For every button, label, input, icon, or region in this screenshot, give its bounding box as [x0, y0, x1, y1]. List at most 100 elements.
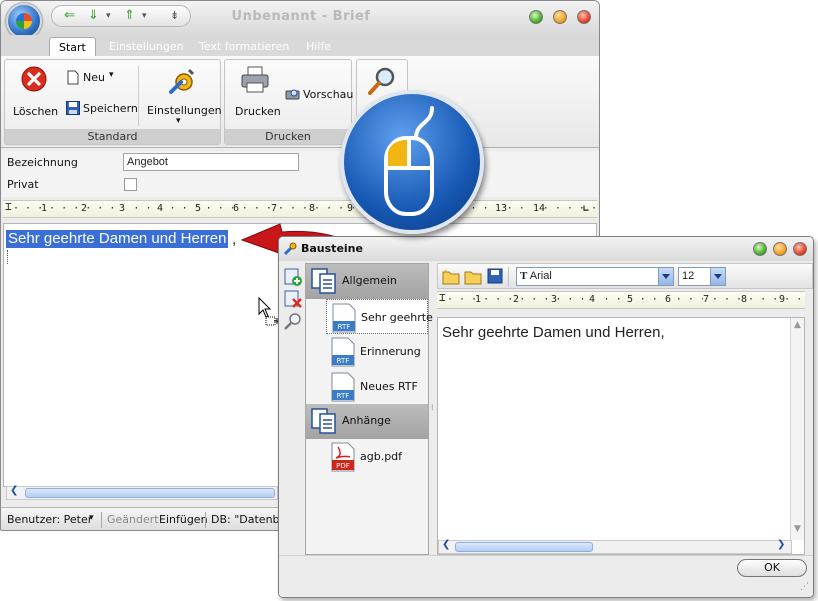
group-header-anhaenge[interactable]: Anhänge [306, 404, 428, 439]
print-button[interactable]: Drucken [231, 64, 281, 120]
list-item-erinnerung[interactable]: RTF Erinnerung [326, 334, 428, 369]
ruler-dots: · · · · · · · · · · · · · · · · · · · · … [13, 203, 597, 214]
selected-text[interactable]: Sehr geehrte Damen und Herren [6, 230, 229, 248]
up-arrow-icon[interactable]: ⇑ [124, 7, 135, 25]
divider [138, 66, 139, 126]
ruler-number: 1 [41, 203, 48, 214]
delete-block-icon[interactable] [283, 289, 303, 309]
ruler-number: 13 [495, 203, 508, 214]
ruler-number: 7 [703, 294, 710, 305]
designation-field[interactable]: Angebot [123, 153, 299, 171]
resize-grip-icon[interactable]: ⋰ [800, 582, 809, 592]
chevron-down-icon[interactable] [658, 268, 673, 285]
private-checkbox[interactable] [124, 178, 137, 191]
add-block-icon[interactable] [283, 267, 303, 287]
customize-qat-icon[interactable]: ⇟ [170, 7, 179, 25]
ruler-number: 6 [233, 203, 240, 214]
item-label: Sehr geehrte [361, 311, 433, 324]
splitter-handle[interactable]: ⁞ [431, 403, 435, 412]
doc-hscrollbar[interactable]: ❮ ❯ [438, 539, 792, 554]
group-header-allgemein[interactable]: Allgemein [306, 264, 428, 299]
status-db: DB: "Datenba [211, 513, 287, 526]
dialog-close-button[interactable] [793, 242, 807, 256]
scroll-left-icon[interactable]: ❮ [442, 539, 450, 550]
rtf-file-icon: RTF [331, 337, 355, 367]
group-label: Allgemein [342, 274, 397, 287]
rtf-file-icon: RTF [331, 372, 355, 402]
search-icon[interactable] [283, 311, 303, 331]
printer-icon [241, 66, 269, 93]
close-button[interactable] [577, 10, 591, 24]
save-button[interactable]: Speichern [65, 100, 138, 118]
gear-icon [169, 68, 195, 94]
scroll-left-icon[interactable]: ❮ [10, 485, 18, 496]
font-select[interactable]: T Arial [516, 267, 674, 286]
settings-label: Einstellungen [147, 104, 222, 117]
mouse-icon [384, 106, 434, 216]
blocks-tree: Allgemein RTF Sehr geehrte RTF Erinnerun… [305, 263, 433, 555]
dialog-maximize-button[interactable] [773, 242, 787, 256]
new-button[interactable]: Neu ▾ [65, 70, 125, 88]
main-hscrollbar[interactable]: ❮ [6, 485, 278, 500]
font-size-select[interactable]: 12 [678, 267, 726, 286]
font-size: 12 [682, 270, 695, 282]
quick-access-toolbar: ⇐ ⇓ ▾ ⇑ ▾ ⇟ [51, 5, 191, 27]
block-document[interactable]: Sehr geehrte Damen und Herren, ▲ ▼ ❮ ❯ [437, 317, 805, 555]
delete-button[interactable]: Löschen [11, 64, 59, 120]
tab-start[interactable]: Start [49, 37, 96, 57]
designation-label: Bezeichnung [7, 156, 78, 169]
status-user[interactable]: Benutzer: Peter [7, 513, 92, 526]
ruler-number: 8 [309, 203, 316, 214]
scroll-down-icon[interactable]: ▼ [794, 524, 801, 534]
indent-marker-icon[interactable]: ⌶ [5, 201, 12, 213]
scroll-thumb[interactable] [455, 542, 593, 552]
item-label: Erinnerung [360, 345, 421, 358]
ruler-number: 6 [665, 294, 672, 305]
status-insert: Einfügen [159, 513, 208, 526]
print-preview-icon [285, 89, 300, 100]
delete-label: Löschen [13, 105, 59, 118]
new-file-icon[interactable] [442, 268, 460, 285]
list-item-sehr-geehrte[interactable]: RTF Sehr geehrte [326, 299, 433, 334]
ruler-number: 4 [157, 203, 164, 214]
scroll-right-icon[interactable]: ❯ [777, 539, 785, 550]
indent-marker-icon[interactable]: ⌶ [439, 292, 446, 304]
divider [101, 512, 102, 528]
tab-hilfe[interactable]: Hilfe [297, 37, 340, 57]
list-item-agb-pdf[interactable]: PDF agb.pdf [326, 439, 428, 474]
chevron-down-icon[interactable]: ▾ [142, 7, 147, 25]
scroll-thumb[interactable] [25, 488, 275, 498]
tab-einstellungen[interactable]: Einstellungen [100, 37, 193, 57]
tab-stop-icon[interactable]: ∟ [583, 204, 589, 215]
chevron-down-icon[interactable] [710, 268, 725, 285]
ruler-number: 4 [589, 294, 596, 305]
documents-icon [311, 268, 336, 294]
minimize-button[interactable] [529, 10, 543, 24]
back-arrow-icon[interactable]: ⇐ [64, 7, 75, 25]
tab-text-formatieren[interactable]: Text formatieren [190, 37, 298, 57]
app-menu-button[interactable] [6, 3, 42, 39]
scroll-up-icon[interactable]: ▲ [794, 320, 801, 330]
preview-button[interactable]: Vorschau [283, 86, 353, 104]
ruler-number: 14 [533, 203, 546, 214]
chevron-down-icon: ▾ [176, 116, 181, 126]
item-label: Neues RTF [360, 380, 418, 393]
list-item-neues-rtf[interactable]: RTF Neues RTF [326, 369, 428, 404]
ok-button[interactable]: OK [737, 559, 807, 577]
settings-button[interactable]: Einstellungen ▾ [145, 64, 222, 126]
document-text[interactable]: Sehr geehrte Damen und Herren, [442, 324, 665, 341]
doc-vscrollbar[interactable]: ▲ ▼ [790, 318, 804, 540]
chevron-down-icon[interactable]: ▾ [106, 7, 111, 25]
save-icon[interactable] [487, 268, 503, 284]
app-logo-icon [16, 13, 32, 29]
dialog-minimize-button[interactable] [753, 242, 767, 256]
font-name: Arial [529, 270, 552, 282]
down-arrow-icon[interactable]: ⇓ [88, 7, 99, 25]
chevron-down-icon[interactable]: ▾ [89, 513, 94, 523]
open-folder-icon[interactable] [464, 268, 482, 285]
maximize-button[interactable] [553, 10, 567, 24]
save-label: Speichern [83, 102, 138, 115]
preview-label: Vorschau [303, 88, 354, 101]
ruler-number: 5 [195, 203, 202, 214]
dialog-title: Bausteine [301, 242, 363, 255]
